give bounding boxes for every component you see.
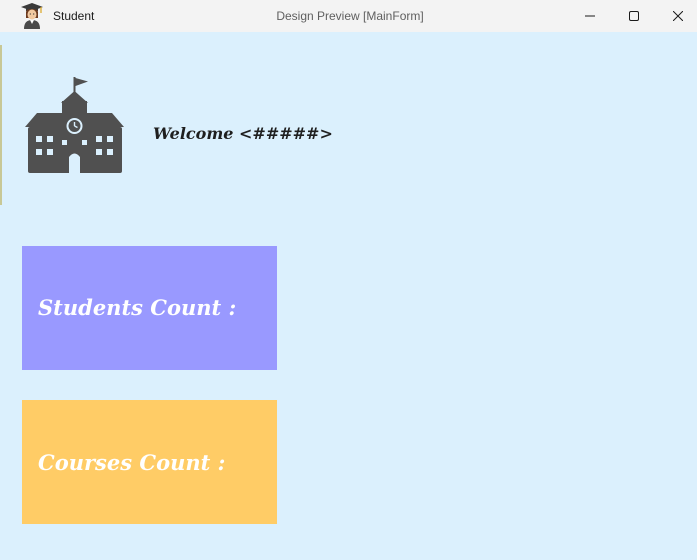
minimize-button[interactable] (567, 0, 613, 32)
courses-count-card: Courses Count : (22, 400, 277, 524)
app-title: Student (53, 9, 95, 23)
minimize-icon (585, 15, 595, 17)
maximize-button[interactable] (611, 0, 657, 32)
title-bar[interactable]: Student Design Preview [MainForm] (0, 0, 697, 32)
window-caption: Design Preview [MainForm] (276, 9, 424, 23)
close-icon (673, 11, 683, 21)
main-window: Student Design Preview [MainForm] Welcom… (0, 0, 697, 560)
courses-count-label: Courses Count : (38, 450, 226, 475)
students-count-label: Students Count : (38, 295, 237, 320)
close-button[interactable] (655, 0, 697, 32)
left-edge-marker (0, 45, 2, 205)
school-building-icon (24, 77, 126, 175)
main-form-client-area: Welcome <#####> Students Count : Courses… (0, 35, 697, 560)
student-avatar-icon (20, 2, 44, 30)
students-count-card: Students Count : (22, 246, 277, 370)
maximize-icon (629, 11, 639, 21)
welcome-label: Welcome <#####> (153, 124, 333, 143)
